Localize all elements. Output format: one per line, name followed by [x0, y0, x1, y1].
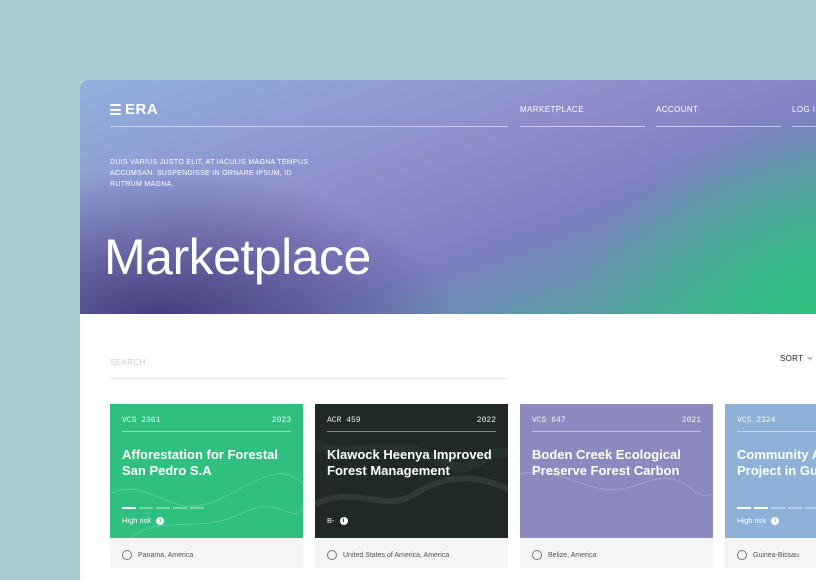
- header-divider: [110, 126, 508, 127]
- card-code: VCS 2324: [737, 416, 776, 425]
- card-code: VCS 647: [532, 416, 566, 425]
- card-title: Klawock Heenya Improved Forest Managemen…: [327, 447, 492, 478]
- location-pin-icon: [737, 550, 747, 560]
- project-card[interactable]: VCS 2324 Community Avoided Def Project i…: [725, 404, 816, 538]
- card-footer: Belize, America: [520, 538, 713, 568]
- search-input[interactable]: [110, 352, 508, 379]
- card-code: ACR 459: [327, 416, 361, 425]
- project-card[interactable]: ACR 459 2022 Klawock Heenya Improved For…: [315, 404, 508, 538]
- card-title: Afforestation for Forestal San Pedro S.A: [122, 447, 279, 478]
- info-icon[interactable]: i: [339, 516, 348, 525]
- logo-text: ERA: [125, 101, 159, 118]
- location-pin-icon: [327, 550, 337, 560]
- nav-underline-account: [656, 126, 781, 127]
- info-icon[interactable]: i: [156, 516, 165, 525]
- risk-meter: [737, 507, 816, 509]
- card-year: 2022: [476, 416, 496, 425]
- risk-indicator: High risk i: [737, 516, 780, 525]
- chevron-down-icon: [807, 356, 814, 361]
- sort-label: SORT: [780, 354, 804, 363]
- card-location: Panama, America: [138, 551, 194, 559]
- hero-tagline: DUIS VARIUS JUSTO ELIT, AT IACULIS MAGNA…: [110, 159, 309, 188]
- app-window: ERA MARKETPLACE ACCOUNT LOG I DUIS VARIU…: [80, 80, 816, 580]
- card-title: Boden Creek Ecological Preserve Forest C…: [532, 447, 681, 478]
- card-location: Belize, America: [548, 551, 597, 559]
- risk-indicator: B- i: [327, 516, 348, 525]
- info-icon[interactable]: i: [771, 516, 780, 525]
- card-location: United States of America, America: [343, 551, 450, 559]
- risk-label: B-: [327, 516, 335, 525]
- hero-banner: ERA MARKETPLACE ACCOUNT LOG I DUIS VARIU…: [80, 80, 816, 314]
- location-pin-icon: [532, 550, 542, 560]
- card-divider: [122, 431, 291, 432]
- card-title: Community Avoided Def Project in Gu: [737, 447, 816, 478]
- card-year: 2023: [271, 416, 291, 425]
- era-logo[interactable]: ERA: [110, 101, 158, 118]
- nav-underline-login: [792, 126, 816, 127]
- card-divider: [327, 431, 496, 432]
- card-year: 2021: [681, 416, 701, 425]
- card-footer: Panama, America: [110, 538, 303, 568]
- risk-label: High risk: [737, 516, 767, 525]
- project-card[interactable]: VCS 647 2021 Boden Creek Ecological Pres…: [520, 404, 713, 538]
- card-footer: Guinea-Bissau: [725, 538, 816, 568]
- page-title: Marketplace: [104, 229, 371, 285]
- nav-account[interactable]: ACCOUNT: [656, 105, 698, 114]
- sort-dropdown[interactable]: SORT: [780, 354, 814, 363]
- nav-login[interactable]: LOG I: [792, 105, 815, 114]
- card-divider: [737, 431, 816, 432]
- project-card[interactable]: VCS 2361 2023 Afforestation for Forestal…: [110, 404, 303, 538]
- risk-indicator: High risk i: [122, 516, 165, 525]
- nav-underline-marketplace: [520, 126, 645, 127]
- era-logo-icon: [110, 104, 121, 115]
- card-location: Guinea-Bissau: [753, 551, 799, 559]
- card-divider: [532, 431, 701, 432]
- card-code: VCS 2361: [122, 416, 161, 425]
- risk-meter: [122, 507, 204, 509]
- card-footer: United States of America, America: [315, 538, 508, 568]
- risk-label: High risk: [122, 516, 152, 525]
- nav-marketplace[interactable]: MARKETPLACE: [520, 105, 584, 114]
- location-pin-icon: [122, 550, 132, 560]
